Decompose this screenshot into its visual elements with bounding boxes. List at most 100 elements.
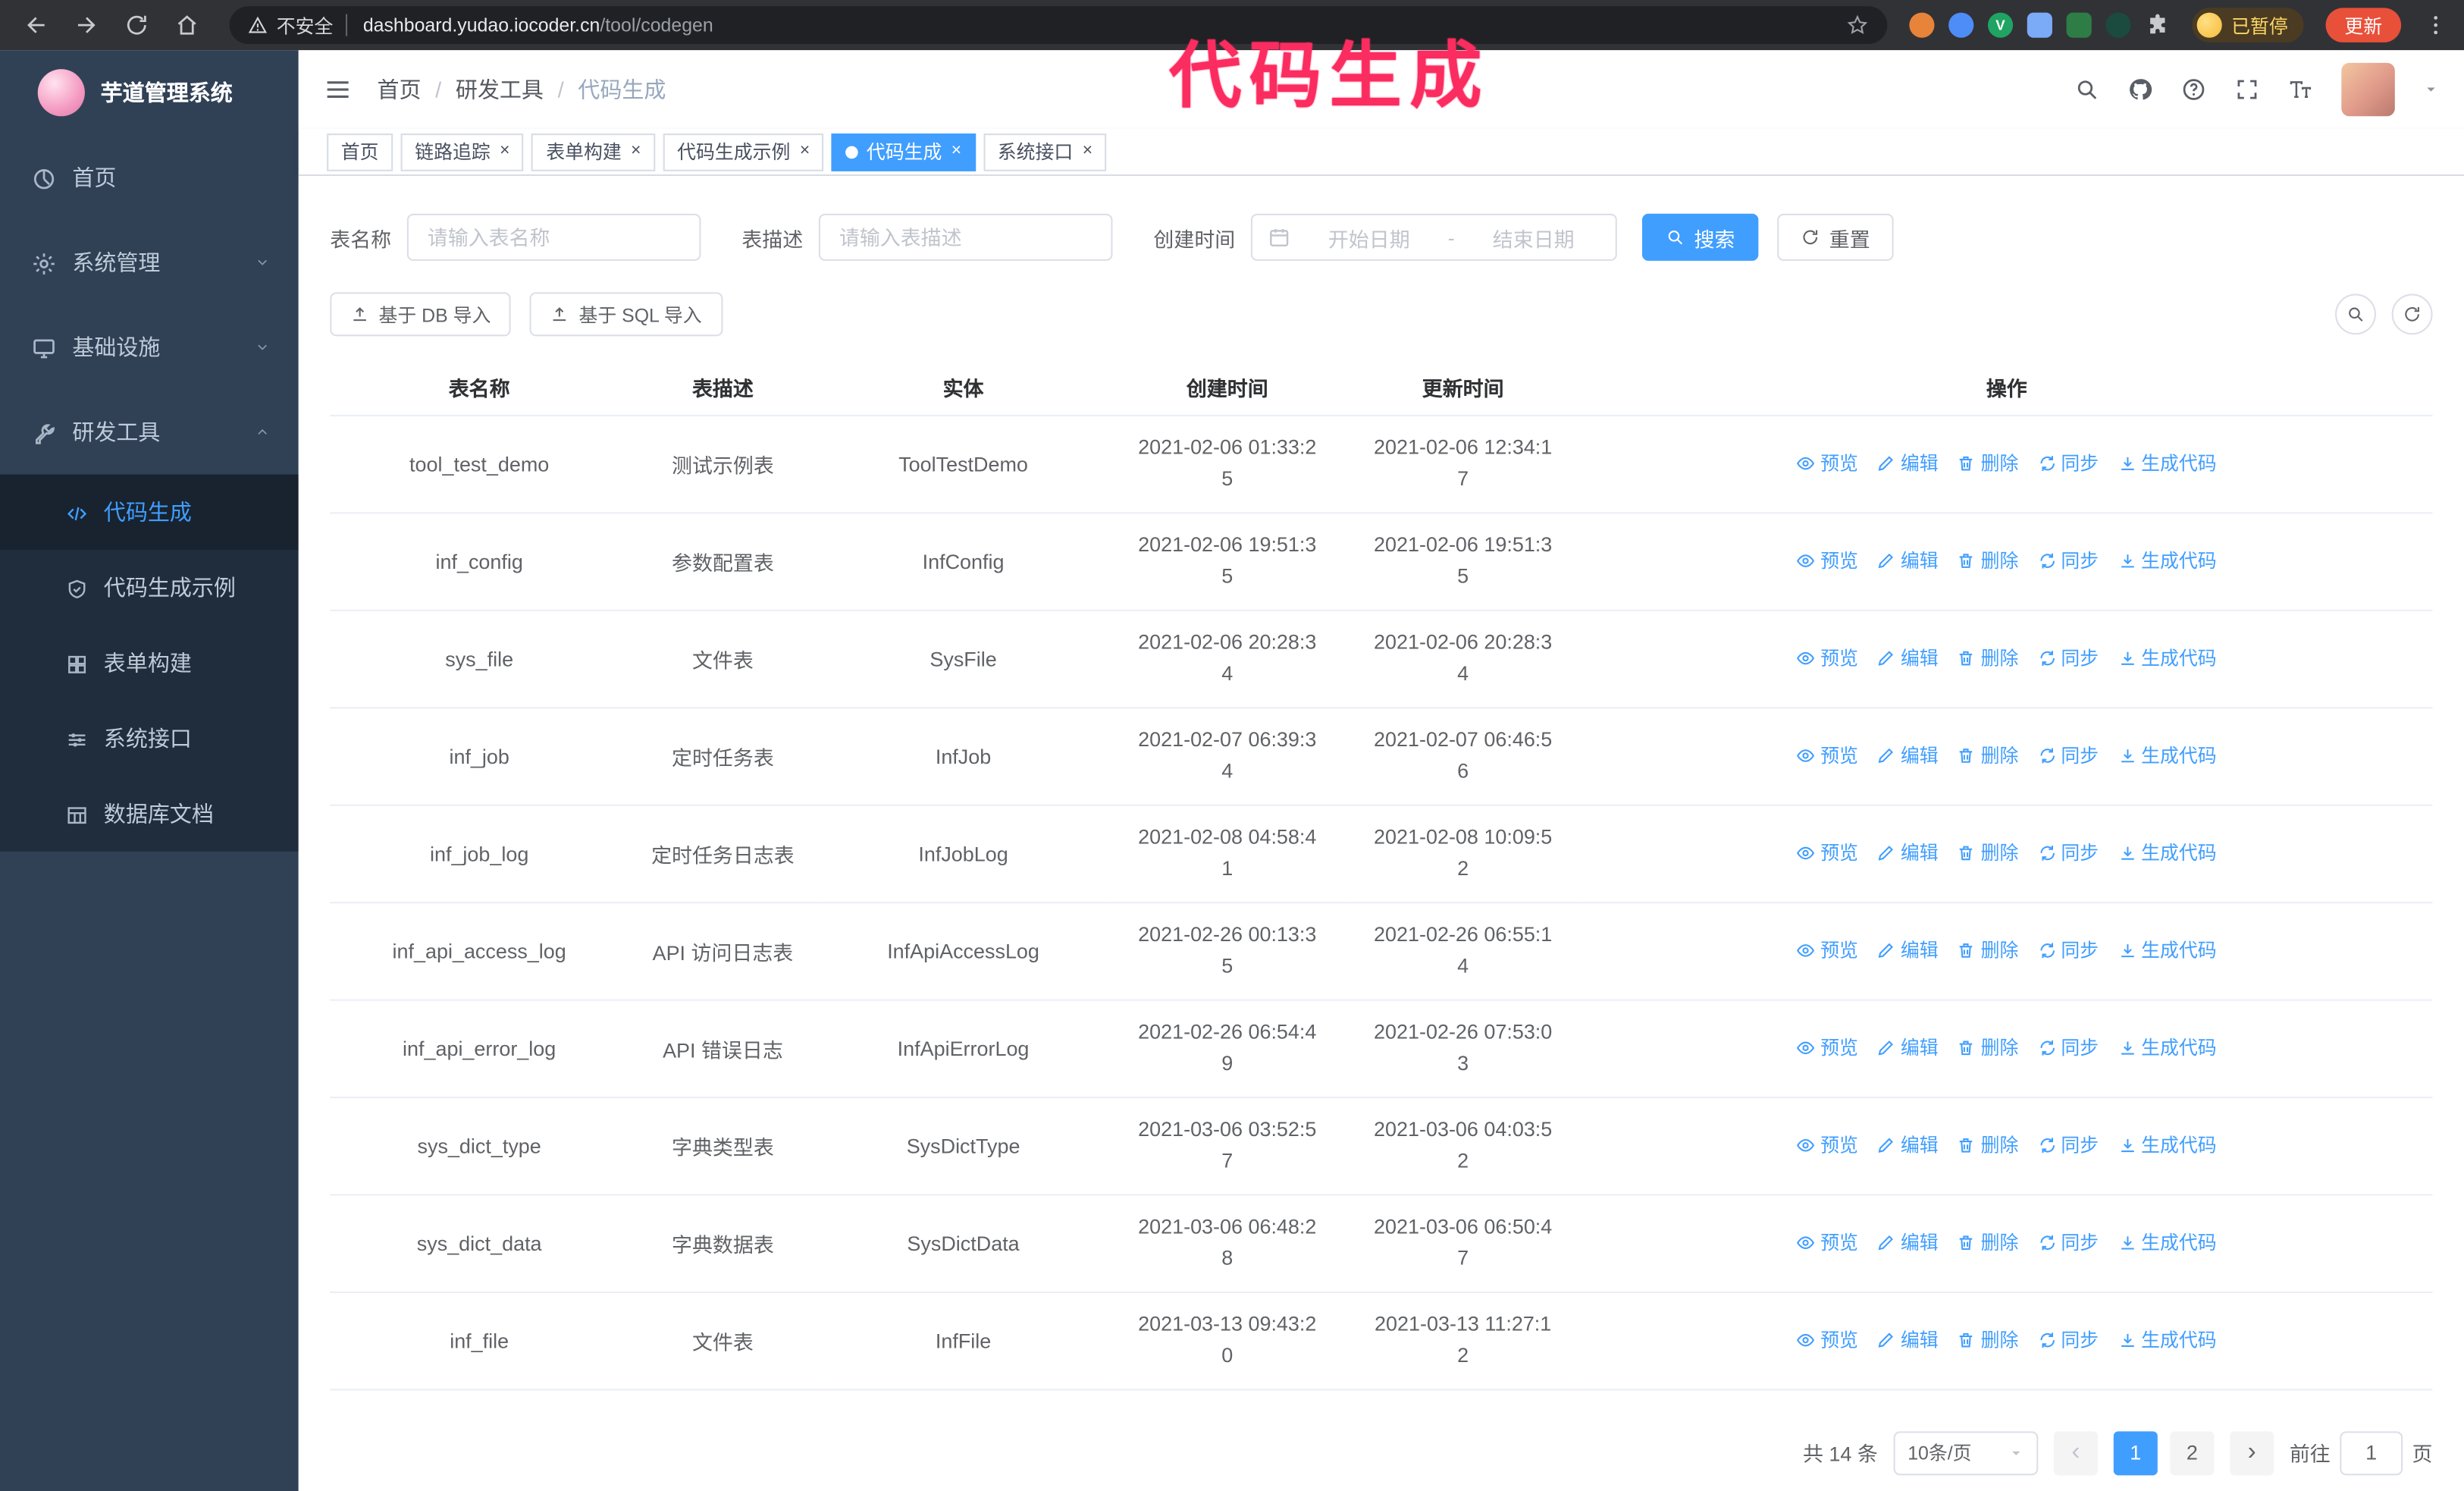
preview-link[interactable]: 预览 [1797,1229,1858,1256]
delete-link[interactable]: 删除 [1958,645,2018,671]
bookmark-star-icon[interactable] [1846,14,1868,36]
delete-link[interactable]: 删除 [1958,1229,2018,1256]
start-date-placeholder[interactable]: 开始日期 [1303,222,1435,252]
tab-2[interactable]: 表单构建 × [531,133,656,171]
reset-button[interactable]: 重置 [1777,213,1894,261]
generate-code-link[interactable]: 生成代码 [2118,1326,2217,1353]
sync-link[interactable]: 同步 [2037,450,2099,476]
page-button-2[interactable]: 2 [2170,1430,2215,1475]
end-date-placeholder[interactable]: 结束日期 [1467,222,1600,252]
edit-link[interactable]: 编辑 [1877,840,1939,866]
sidebar-subitem-4[interactable]: 数据库文档 [0,776,299,851]
sidebar-subitem-3[interactable]: 系统接口 [0,701,299,776]
prev-page-button[interactable]: ‹ [2053,1430,2098,1475]
page-button-1[interactable]: 1 [2113,1430,2158,1475]
back-button[interactable] [16,5,57,46]
avatar-caret-icon[interactable] [2423,82,2439,98]
browser-menu-icon[interactable] [2423,13,2448,38]
sync-link[interactable]: 同步 [2037,1229,2099,1256]
tab-4[interactable]: 代码生成 × [832,133,976,171]
delete-link[interactable]: 删除 [1958,1132,2018,1158]
edit-link[interactable]: 编辑 [1877,547,1939,573]
generate-code-link[interactable]: 生成代码 [2118,645,2217,671]
help-icon[interactable] [2181,77,2206,102]
preview-link[interactable]: 预览 [1797,1326,1858,1353]
delete-link[interactable]: 删除 [1958,1326,2018,1353]
refresh-table-button[interactable] [2391,293,2433,335]
puzzle-icon[interactable] [2145,13,2170,38]
preview-link[interactable]: 预览 [1797,645,1858,671]
tab-3[interactable]: 代码生成示例 × [663,133,824,171]
sidebar-item-2[interactable]: 基础设施 [0,305,299,390]
table-desc-input[interactable] [818,213,1113,261]
delete-link[interactable]: 删除 [1958,840,2018,866]
generate-code-link[interactable]: 生成代码 [2118,450,2217,476]
extension-icon[interactable] [2027,12,2052,38]
import-db-button[interactable]: 基于 DB 导入 [330,292,512,337]
preview-link[interactable]: 预览 [1797,450,1858,476]
github-icon[interactable] [2127,77,2152,102]
edit-link[interactable]: 编辑 [1877,1034,1939,1061]
edit-link[interactable]: 编辑 [1877,937,1939,963]
fullscreen-icon[interactable] [2234,77,2259,102]
extension-icon[interactable] [1948,12,1974,38]
close-icon[interactable]: × [1083,142,1092,161]
sync-link[interactable]: 同步 [2037,742,2099,768]
sync-link[interactable]: 同步 [2037,1034,2099,1061]
extension-icon[interactable]: V [1987,12,2014,38]
extension-icon[interactable] [2105,12,2131,38]
sync-link[interactable]: 同步 [2037,547,2099,573]
reload-button[interactable] [116,5,157,46]
generate-code-link[interactable]: 生成代码 [2118,547,2217,573]
sidebar-item-0[interactable]: 首页 [0,135,299,220]
date-range-picker[interactable]: 开始日期 - 结束日期 [1250,213,1617,261]
edit-link[interactable]: 编辑 [1877,1229,1939,1256]
home-button[interactable] [167,5,208,46]
user-avatar[interactable] [2341,62,2395,117]
preview-link[interactable]: 预览 [1797,547,1858,573]
tab-0[interactable]: 首页 [327,133,393,171]
toggle-search-button[interactable] [2335,293,2376,335]
close-icon[interactable]: × [951,142,961,161]
sidebar-subitem-1[interactable]: 代码生成示例 [0,550,299,625]
sync-link[interactable]: 同步 [2037,937,2099,963]
sidebar-item-1[interactable]: 系统管理 [0,220,299,305]
table-name-input[interactable] [406,213,701,261]
sidebar-subitem-2[interactable]: 表单构建 [0,626,299,701]
edit-link[interactable]: 编辑 [1877,1326,1939,1353]
generate-code-link[interactable]: 生成代码 [2118,840,2217,866]
delete-link[interactable]: 删除 [1958,450,2018,476]
preview-link[interactable]: 预览 [1797,840,1858,866]
edit-link[interactable]: 编辑 [1877,742,1939,768]
header-search-icon[interactable] [2074,77,2099,102]
hamburger-icon[interactable] [324,75,352,103]
delete-link[interactable]: 删除 [1958,937,2018,963]
sync-link[interactable]: 同步 [2037,840,2099,866]
generate-code-link[interactable]: 生成代码 [2118,1229,2217,1256]
close-icon[interactable]: × [500,142,509,161]
sync-link[interactable]: 同步 [2037,1326,2099,1353]
close-icon[interactable]: × [631,142,641,161]
sync-link[interactable]: 同步 [2037,1132,2099,1158]
goto-page-input[interactable] [2340,1430,2403,1475]
generate-code-link[interactable]: 生成代码 [2118,742,2217,768]
tab-5[interactable]: 系统接口 × [983,133,1107,171]
generate-code-link[interactable]: 生成代码 [2118,1132,2217,1158]
breadcrumb-home[interactable]: 首页 [377,74,421,105]
edit-link[interactable]: 编辑 [1877,1132,1939,1158]
close-icon[interactable]: × [800,142,810,161]
font-size-icon[interactable] [2288,77,2313,102]
preview-link[interactable]: 预览 [1797,937,1858,963]
delete-link[interactable]: 删除 [1958,547,2018,573]
extension-icon[interactable] [1909,12,1935,38]
preview-link[interactable]: 预览 [1797,1034,1858,1061]
extension-icon[interactable] [2066,12,2092,38]
delete-link[interactable]: 删除 [1958,742,2018,768]
edit-link[interactable]: 编辑 [1877,645,1939,671]
next-page-button[interactable]: › [2230,1430,2274,1475]
forward-button[interactable] [66,5,107,46]
generate-code-link[interactable]: 生成代码 [2118,937,2217,963]
tab-1[interactable]: 链路追踪 × [400,133,525,171]
profile-chip[interactable]: 已暂停 [2192,8,2304,42]
update-button[interactable]: 更新 [2325,8,2402,42]
